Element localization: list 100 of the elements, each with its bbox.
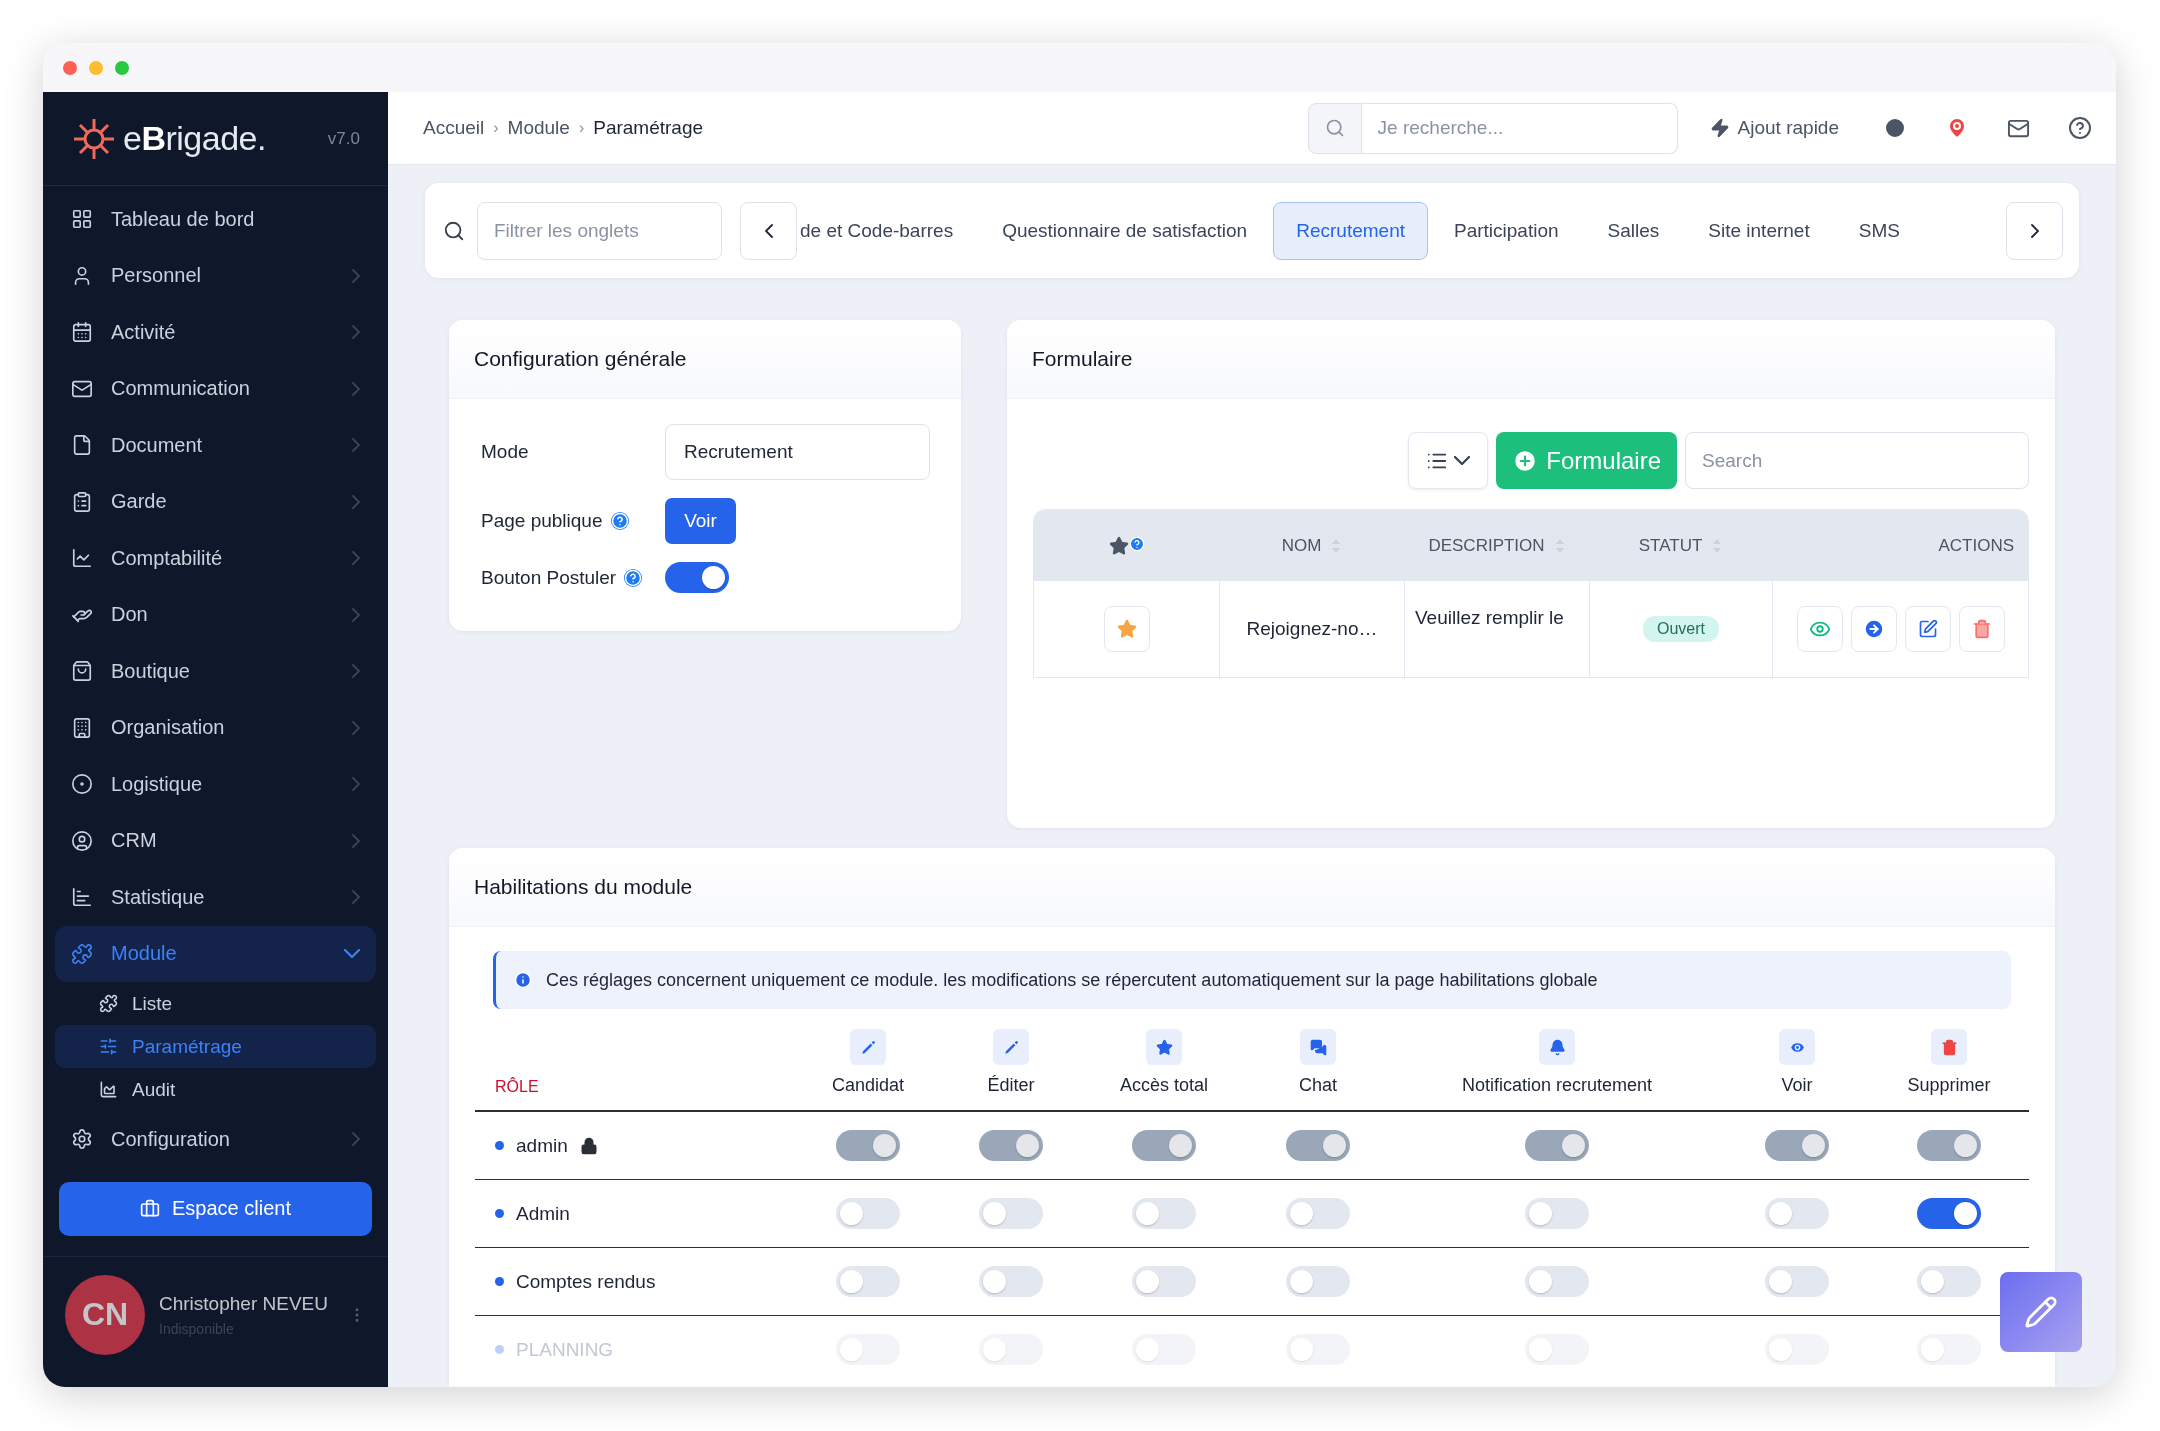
role-dot [495,1141,504,1150]
column-header[interactable]: DESCRIPTION [1428,535,1545,556]
sidebar-subitem[interactable]: Liste [55,982,376,1025]
column-header: RÔLE [495,1078,539,1096]
sidebar-item[interactable]: Comptabilité [55,530,376,587]
sidebar-item[interactable]: Document [55,417,376,474]
column-header: Éditer [987,1075,1035,1096]
toggle-switch[interactable] [665,562,729,593]
sidebar-item[interactable]: Statistique [55,869,376,926]
chevron-right-icon [352,890,360,905]
sidebar-item[interactable]: Don [55,586,376,643]
tab-filter-field[interactable]: Filtrer les onglets [477,201,722,260]
tab[interactable]: Questionnaire de satisfaction [979,201,1271,260]
toggle-switch[interactable] [979,1334,1043,1365]
toggle-switch[interactable] [1132,1334,1196,1365]
column-header[interactable]: STATUT [1638,535,1703,556]
toggle-switch[interactable] [1286,1334,1350,1365]
sidebar-subitem[interactable]: Audit [55,1068,376,1111]
chevron-right-icon [352,833,360,848]
delete-button[interactable] [1959,606,2005,652]
search-button[interactable] [1307,102,1362,154]
view-button[interactable]: Voir [665,498,736,544]
tab[interactable]: Salles [1584,201,1683,260]
sidebar-item[interactable]: CRM [55,812,376,869]
sidebar-item[interactable]: Communication [55,360,376,417]
column-header[interactable]: NOM [1281,535,1322,556]
card-title: Formulaire [1032,347,1133,371]
column-header: Supprimer [1907,1075,1991,1096]
mode-field[interactable]: Recrutement [665,424,930,480]
tab[interactable]: Site internet [1685,201,1833,260]
clipboard-icon [71,490,93,513]
tab[interactable]: de et Code-barres [797,201,977,260]
previous-button[interactable] [740,201,797,260]
breadcrumb-link[interactable]: Accueil [423,117,485,139]
puzzle-icon [99,994,118,1013]
tab[interactable]: SMS [1835,201,1923,260]
arrow-right-icon [1863,618,1885,640]
search-field[interactable]: Je recherche... [1361,102,1678,154]
role-name: PLANNING [516,1338,614,1361]
toggle-switch[interactable] [1132,1266,1196,1297]
search-icon [1324,118,1345,138]
toggle-switch[interactable] [836,1334,900,1365]
sidebar-item[interactable]: Garde [55,473,376,530]
toggle-switch[interactable] [1765,1198,1829,1229]
breadcrumb-link[interactable]: Module [507,117,570,139]
sidebar-item[interactable]: Personnel [55,247,376,304]
search-field[interactable]: Search [1685,432,2029,489]
toggle-switch[interactable] [1286,1198,1350,1229]
chevron-left-icon [764,223,773,238]
close-dot[interactable] [63,60,77,75]
tab[interactable]: Recrutement [1273,201,1428,260]
sidebar-item[interactable]: Activité [55,304,376,361]
view-button[interactable] [1797,606,1843,652]
info-text: Ces réglages concernent uniquement ce module. les modifications se répercutent automatiquement sur la page habilitations globale [546,969,1598,991]
toggle-switch[interactable] [1765,1266,1829,1297]
next-button[interactable] [2006,201,2063,260]
chevron-right-icon [352,551,360,566]
card-title: Configuration générale [474,347,687,371]
open-button[interactable] [1851,606,1897,652]
toggle-switch[interactable] [1286,1266,1350,1297]
edit-fab-button[interactable] [2000,1272,2082,1352]
toggle-switch[interactable] [1525,1334,1589,1365]
toggle-switch[interactable] [1917,1266,1981,1297]
toggle-switch[interactable] [1765,1334,1829,1365]
info-icon [514,971,532,989]
quick-add-button[interactable]: Ajout rapide [1703,116,1845,140]
toggle-switch[interactable] [836,1266,900,1297]
toggle-switch[interactable] [979,1198,1043,1229]
client-space-button[interactable]: Espace client [59,1181,372,1236]
bag-icon [71,660,93,683]
sliders-icon [99,1037,118,1056]
trash-icon [1972,619,1992,639]
edit-button[interactable] [1905,606,1951,652]
chevron-right-icon [352,438,360,453]
toggle-switch[interactable] [1132,1198,1196,1229]
minimize-dot[interactable] [89,60,103,75]
sidebar-item[interactable]: Configuration [55,1111,376,1168]
sidebar-item[interactable]: Module [55,925,376,982]
sidebar-item[interactable]: Organisation [55,699,376,756]
favorite-button[interactable] [1103,606,1150,652]
line-chart-icon [71,547,93,570]
toggle-switch[interactable] [1525,1266,1589,1297]
column-header[interactable]: ACTIONS [1938,535,2014,556]
toggle-switch[interactable] [1917,1334,1981,1365]
search-icon [443,219,465,242]
sidebar-subitem[interactable]: Paramétrage [55,1025,376,1068]
tab[interactable]: Participation [1431,201,1582,260]
toggle-switch[interactable] [1917,1198,1981,1229]
toggle-switch[interactable] [836,1198,900,1229]
zoom-dot[interactable] [115,60,129,75]
toggle-switch[interactable] [1525,1198,1589,1229]
sidebar-item[interactable]: Tableau de bord [55,191,376,248]
table-cell: Veuillez remplir le [1404,581,1589,677]
breadcrumb-link[interactable]: Paramétrage [593,117,704,139]
view-toggle-button[interactable] [1408,432,1489,489]
sidebar-item[interactable]: Boutique [55,643,376,700]
chevron-right-icon [352,1132,360,1147]
help-icon[interactable] [2068,116,2092,140]
sidebar-item[interactable]: Logistique [55,756,376,813]
toggle-switch[interactable] [979,1266,1043,1297]
